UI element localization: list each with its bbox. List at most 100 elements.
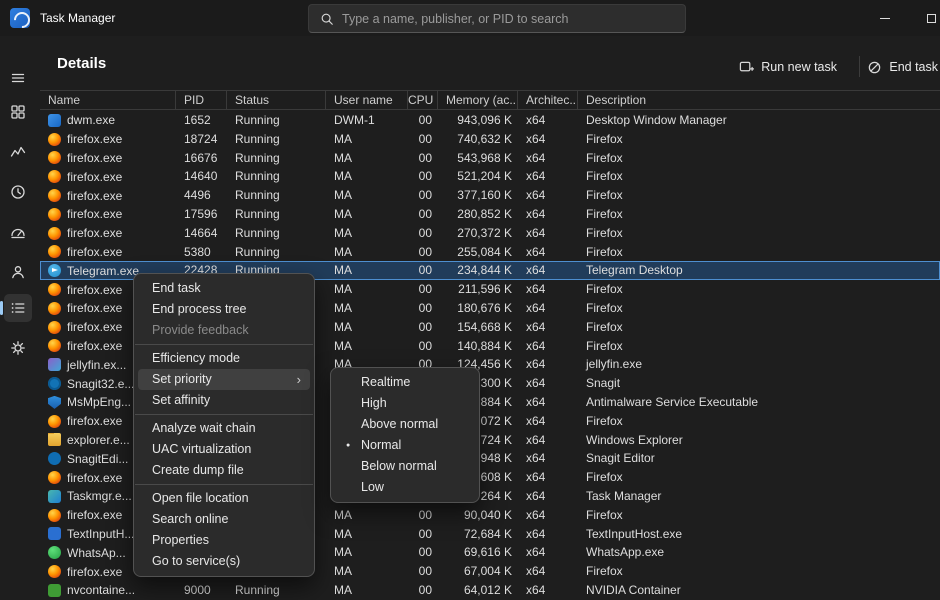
cpu-cell: 00 <box>408 299 438 318</box>
cpu-cell: 00 <box>408 280 438 299</box>
column-header-desc[interactable]: Description <box>578 91 940 109</box>
run-new-task-button[interactable]: Run new task <box>731 53 845 81</box>
processes-icon <box>10 104 26 120</box>
priority-option-low[interactable]: Low <box>335 477 475 498</box>
cpu-cell: 00 <box>408 337 438 356</box>
priority-option-above-normal[interactable]: Above normal <box>335 414 475 435</box>
column-header-memory[interactable]: Memory (ac... <box>438 91 518 109</box>
sidebar-item-details[interactable] <box>4 294 32 322</box>
description-cell: Firefox <box>578 562 940 581</box>
menu-item-end-task[interactable]: End task <box>138 278 310 299</box>
snagitedit-icon <box>48 452 61 465</box>
user-name-cell: MA <box>326 525 408 544</box>
cpu-cell: 00 <box>408 111 438 130</box>
search-box[interactable] <box>308 4 686 33</box>
cpu-cell: 00 <box>408 581 438 600</box>
priority-option-below-normal[interactable]: Below normal <box>335 456 475 477</box>
table-header: NamePIDStatusUser nameCPUMemory (ac...Ar… <box>40 90 940 110</box>
search-input[interactable] <box>342 12 685 26</box>
menu-item-create-dump-file[interactable]: Create dump file <box>138 460 310 481</box>
details-icon <box>10 300 26 316</box>
description-cell: Firefox <box>578 167 940 186</box>
user-name-cell: MA <box>326 318 408 337</box>
table-row[interactable]: nvcontaine...9000RunningMA0064,012 Kx64N… <box>40 581 940 600</box>
process-name: TextInputH... <box>67 527 134 541</box>
table-row[interactable]: firefox.exe17596RunningMA00280,852 Kx64F… <box>40 205 940 224</box>
firefox-icon <box>48 151 61 164</box>
menu-item-open-file-location[interactable]: Open file location <box>138 488 310 509</box>
firefox-icon <box>48 509 61 522</box>
description-cell: Firefox <box>578 243 940 262</box>
table-row[interactable]: firefox.exe16676RunningMA00543,968 Kx64F… <box>40 149 940 168</box>
menu-item-uac-virtualization[interactable]: UAC virtualization <box>138 439 310 460</box>
description-cell: Firefox <box>578 412 940 431</box>
priority-option-high[interactable]: High <box>335 393 475 414</box>
sidebar-item-processes[interactable] <box>4 98 32 126</box>
process-name: MsMpEng... <box>67 395 131 409</box>
sidebar-item-services[interactable] <box>4 334 32 362</box>
menu-item-end-process-tree[interactable]: End process tree <box>138 299 310 320</box>
cpu-cell: 00 <box>408 543 438 562</box>
process-name: firefox.exe <box>67 471 122 485</box>
table-row[interactable]: dwm.exe1652RunningDWM-100943,096 Kx64Des… <box>40 111 940 130</box>
sidebar-item-app-history[interactable] <box>4 178 32 206</box>
pid-cell: 1652 <box>176 111 227 130</box>
sidebar-item-users[interactable] <box>4 258 32 286</box>
run-new-task-icon <box>739 60 754 75</box>
column-header-user[interactable]: User name <box>326 91 408 109</box>
whatsapp-icon <box>48 546 61 559</box>
menu-item-search-online[interactable]: Search online <box>138 509 310 530</box>
memory-cell: 255,084 K <box>438 243 518 262</box>
process-name: WhatsAp... <box>67 546 126 560</box>
cpu-cell: 00 <box>408 243 438 262</box>
description-cell: Firefox <box>578 280 940 299</box>
description-cell: Firefox <box>578 130 940 149</box>
process-name: SnagitEdi... <box>67 452 128 466</box>
menu-item-go-to-service-s-[interactable]: Go to service(s) <box>138 551 310 572</box>
sidebar-item-menu[interactable] <box>4 64 32 92</box>
user-name-cell: MA <box>326 205 408 224</box>
process-name: firefox.exe <box>67 245 122 259</box>
architecture-cell: x64 <box>518 449 578 468</box>
maximize-button[interactable] <box>908 0 940 36</box>
status-cell: Running <box>227 167 326 186</box>
column-header-cpu[interactable]: CPU <box>408 91 438 109</box>
menu-item-properties[interactable]: Properties <box>138 530 310 551</box>
user-name-cell: MA <box>326 506 408 525</box>
memory-cell: 740,632 K <box>438 130 518 149</box>
process-name: jellyfin.ex... <box>67 358 126 372</box>
table-row[interactable]: firefox.exe18724RunningMA00740,632 Kx64F… <box>40 130 940 149</box>
column-header-arch[interactable]: Architec... <box>518 91 578 109</box>
firefox-icon <box>48 415 61 428</box>
priority-option-normal[interactable]: Normal● <box>335 435 475 456</box>
table-row[interactable]: firefox.exe14664RunningMA00270,372 Kx64F… <box>40 224 940 243</box>
memory-cell: 543,968 K <box>438 149 518 168</box>
sidebar-item-startup-apps[interactable] <box>4 218 32 246</box>
description-cell: WhatsApp.exe <box>578 543 940 562</box>
column-header-status[interactable]: Status <box>227 91 326 109</box>
task-manager-logo-icon <box>10 8 30 28</box>
priority-option-realtime[interactable]: Realtime <box>335 372 475 393</box>
column-header-pid[interactable]: PID <box>176 91 227 109</box>
menu-item-efficiency-mode[interactable]: Efficiency mode <box>138 348 310 369</box>
user-name-cell: MA <box>326 243 408 262</box>
table-row[interactable]: firefox.exe4496RunningMA00377,160 Kx64Fi… <box>40 186 940 205</box>
minimize-button[interactable] <box>862 0 908 36</box>
description-cell: Firefox <box>578 337 940 356</box>
column-header-name[interactable]: Name <box>40 91 176 109</box>
end-task-button[interactable]: End task <box>859 53 940 81</box>
pid-cell: 18724 <box>176 130 227 149</box>
firefox-icon <box>48 565 61 578</box>
table-row[interactable]: firefox.exe5380RunningMA00255,084 Kx64Fi… <box>40 243 940 262</box>
process-name: firefox.exe <box>67 151 122 165</box>
table-row[interactable]: firefox.exe14640RunningMA00521,204 Kx64F… <box>40 167 940 186</box>
menu-item-set-priority[interactable]: Set priority› <box>138 369 310 390</box>
menu-item-set-affinity[interactable]: Set affinity <box>138 390 310 411</box>
architecture-cell: x64 <box>518 299 578 318</box>
menu-item-provide-feedback[interactable]: Provide feedback <box>138 320 310 341</box>
priority-submenu: RealtimeHighAbove normalNormal●Below nor… <box>330 367 480 503</box>
menu-item-analyze-wait-chain[interactable]: Analyze wait chain <box>138 418 310 439</box>
sidebar-item-performance[interactable] <box>4 138 32 166</box>
cpu-cell: 00 <box>408 562 438 581</box>
snagit-icon <box>48 377 61 390</box>
